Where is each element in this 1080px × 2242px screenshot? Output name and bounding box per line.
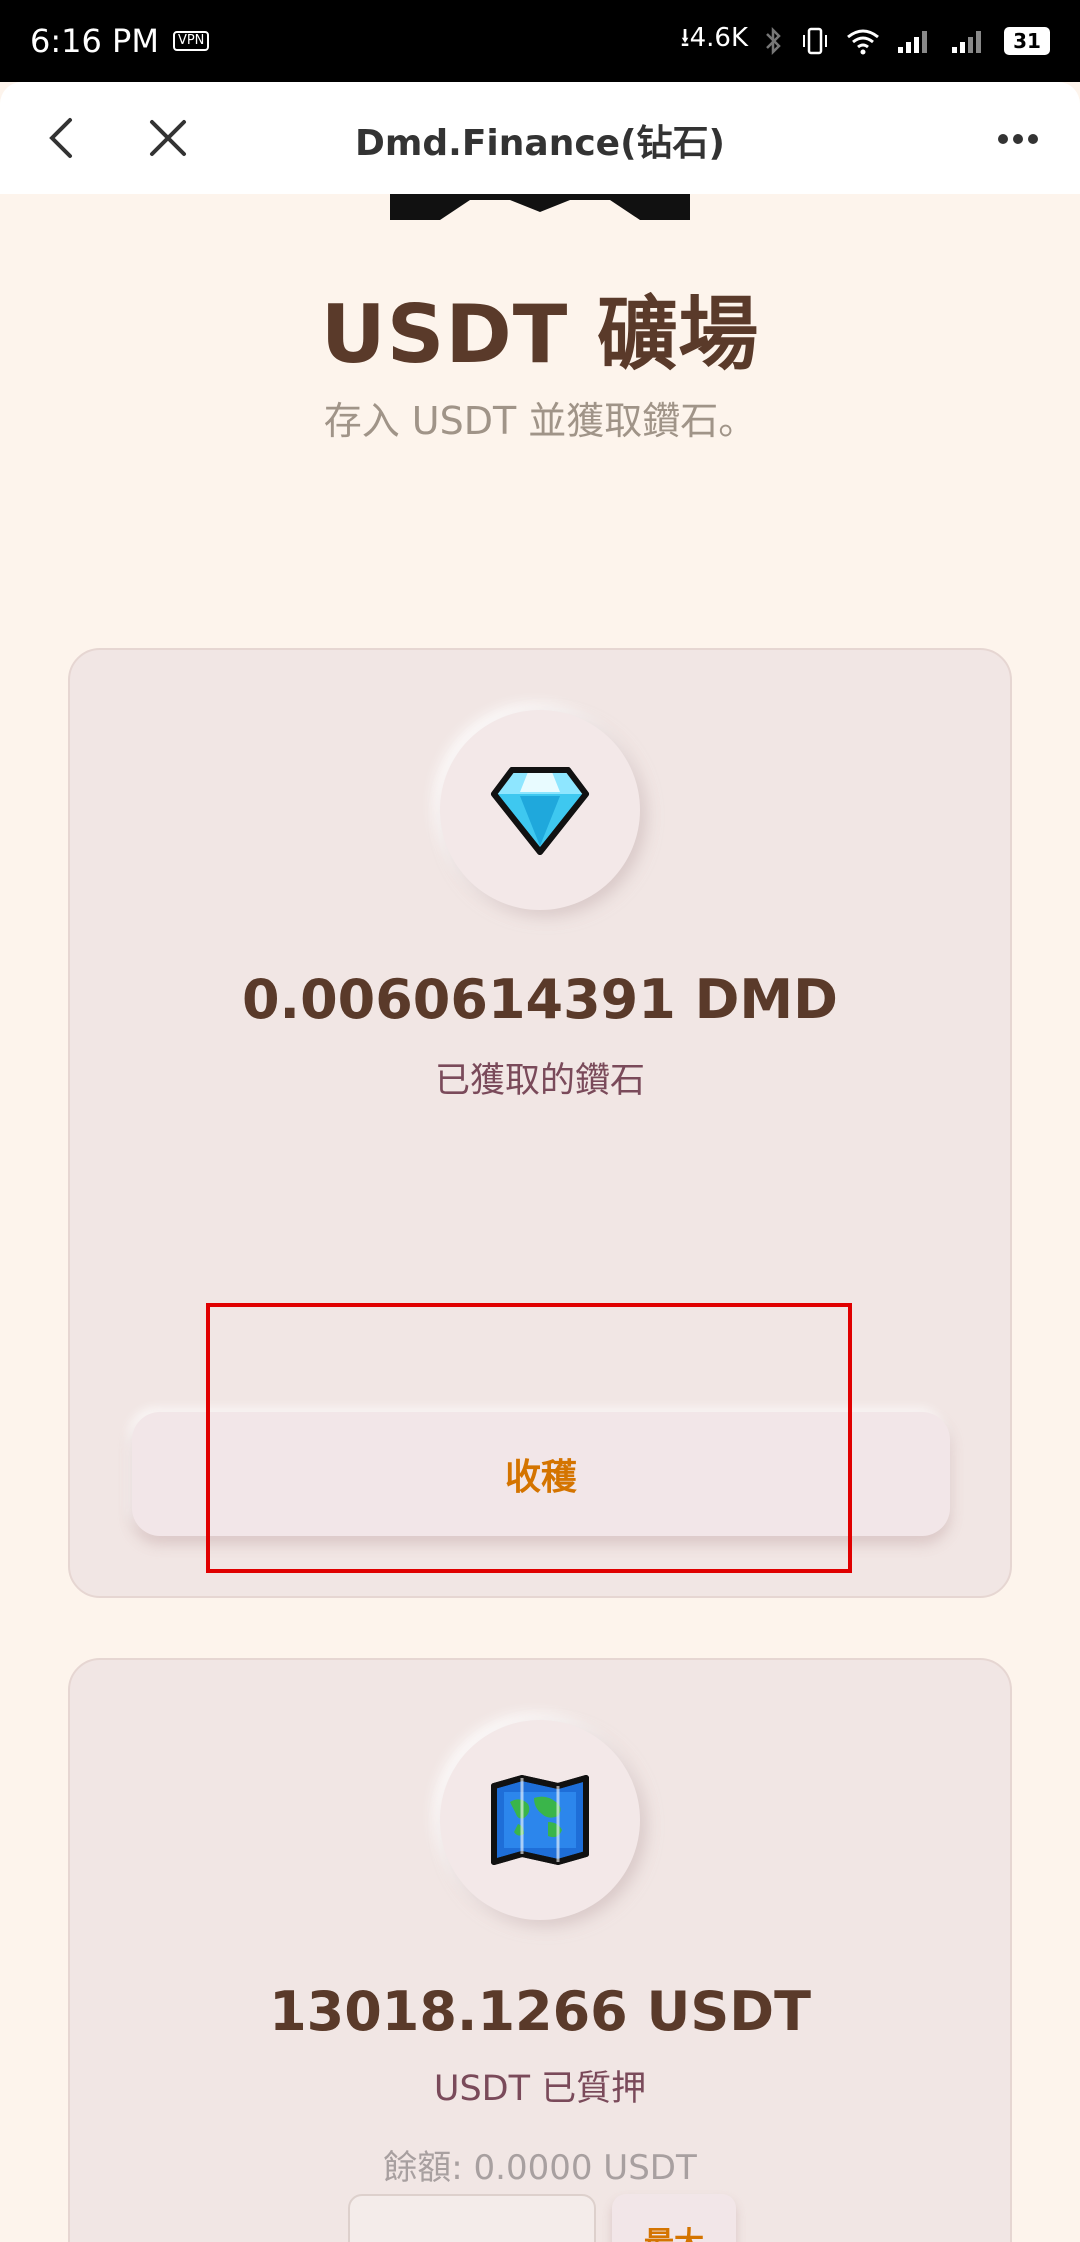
diamond-icon: [491, 767, 589, 855]
hero-title: USDT 礦場: [320, 288, 760, 381]
signal-icon: [898, 31, 927, 53]
more-icon[interactable]: [996, 132, 1040, 146]
earned-amount: 0.0060614391 DMD: [241, 968, 838, 1031]
vpn-badge: VPN: [172, 31, 210, 51]
nav-bar: Dmd.Finance(钻石): [0, 82, 1080, 194]
staked-amount: 13018.1266 USDT: [269, 1980, 811, 2043]
balance-text: 餘額: 0.0000 USDT: [383, 2148, 697, 2188]
wifi-icon: [847, 29, 879, 55]
staked-label: USDT 已質押: [433, 2069, 647, 2109]
earned-label: 已獲取的鑽石: [434, 1061, 645, 1101]
max-button[interactable]: 最大: [612, 2194, 736, 2242]
hero-subtitle: 存入 USDT 並獲取鑽石。: [323, 399, 757, 443]
battery-indicator: 31: [1004, 27, 1050, 55]
map-icon-container: [440, 1720, 640, 1920]
banner-graphic: [390, 194, 690, 220]
bluetooth-icon: [766, 26, 781, 56]
status-icons: ⭳4.6K 31: [680, 19, 1050, 63]
download-speed-icon: ⭳4.6K: [680, 23, 748, 53]
vibrate-icon: [803, 27, 827, 55]
map-icon: [491, 1775, 589, 1865]
diamond-icon-container: [440, 710, 640, 910]
status-bar: 6:16 PM VPN ⭳4.6K 31: [0, 0, 1080, 82]
status-time: 6:16 PM: [30, 22, 159, 60]
net-speed: 4.6K: [689, 23, 748, 53]
page-title: Dmd.Finance(钻石): [355, 123, 725, 164]
highlight-box: [206, 1303, 852, 1573]
staked-card: 13018.1266 USDT USDT 已質押 餘額: 0.0000 USDT…: [68, 1658, 1012, 2242]
signal-2-icon: [952, 31, 981, 53]
stake-amount-input[interactable]: [348, 2194, 596, 2242]
